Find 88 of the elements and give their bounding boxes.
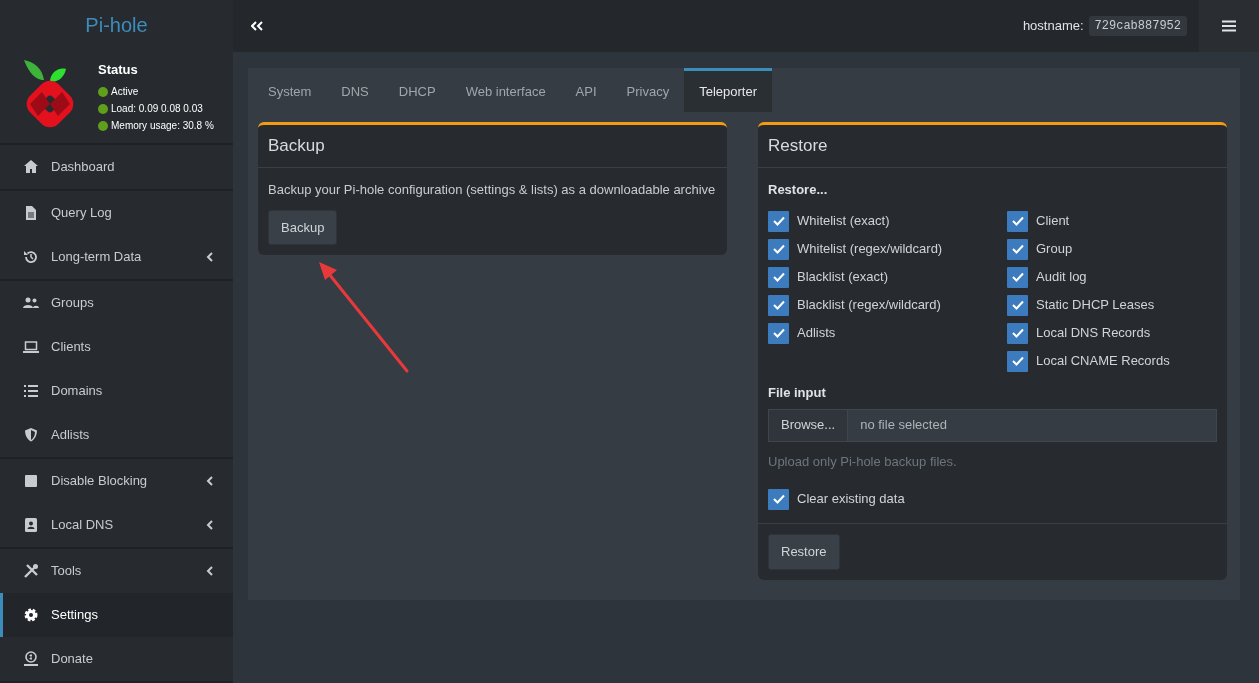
settings-tab[interactable]: System	[253, 68, 327, 112]
square-icon	[23, 473, 39, 489]
sidebar-item[interactable]: Tools	[0, 549, 233, 593]
sidebar-item[interactable]: Clients	[0, 325, 233, 369]
hostname-value: 729cab887952	[1088, 16, 1187, 36]
sidebar-item[interactable]: Settings	[0, 593, 233, 637]
sidebar-item[interactable]: Domains	[0, 369, 233, 413]
checkbox[interactable]	[768, 210, 789, 232]
check-icon	[772, 328, 785, 338]
laptop-icon	[23, 339, 39, 355]
app-title: Pi-hole	[84, 13, 149, 39]
sidebar-item[interactable]: Groups	[0, 281, 233, 325]
file-name-text: no file selected	[859, 416, 948, 435]
check-icon	[772, 272, 785, 282]
shield-icon	[23, 427, 39, 443]
check-icon	[772, 494, 785, 504]
checkbox-label: Static DHCP Leases	[1036, 296, 1155, 315]
menu-button[interactable]	[1199, 0, 1259, 52]
check-icon	[1011, 244, 1024, 254]
card-title: Restore	[758, 125, 1227, 168]
collapse-icon[interactable]	[251, 21, 263, 31]
checkbox-label: Audit log	[1036, 268, 1087, 287]
history-icon	[23, 249, 39, 265]
sidebar-item[interactable]: Adlists	[0, 413, 233, 457]
backup-button[interactable]: Backup	[268, 209, 338, 245]
checkbox[interactable]	[768, 266, 789, 288]
status-text: Active	[111, 85, 139, 100]
help-text: Upload only Pi-hole backup files.	[768, 452, 958, 471]
checkbox-label: Adlists	[797, 324, 836, 343]
sidebar-item[interactable]: Dashboard	[0, 145, 233, 189]
checkbox-label: Clear existing data	[797, 490, 905, 509]
settings-tab[interactable]: Privacy	[611, 68, 685, 112]
checkbox[interactable]	[768, 238, 789, 260]
checkbox[interactable]	[1007, 322, 1028, 344]
checkbox[interactable]	[1007, 294, 1028, 316]
status-text: Memory usage: 30.8 %	[111, 119, 214, 134]
checkbox[interactable]	[1007, 266, 1028, 288]
check-icon	[772, 300, 785, 310]
settings-tab[interactable]: Teleporter	[684, 68, 772, 112]
sidebar-item[interactable]: Long-term Data	[0, 235, 233, 279]
checkbox-label: Whitelist (regex/wildcard)	[797, 240, 943, 259]
settings-tab[interactable]: Web interface	[450, 68, 561, 112]
check-icon	[1011, 216, 1024, 226]
status-title: Status	[98, 60, 139, 79]
checkbox[interactable]	[768, 488, 789, 510]
checkbox[interactable]	[1007, 350, 1028, 372]
check-icon	[1011, 356, 1024, 366]
check-icon	[1011, 328, 1024, 338]
checkbox[interactable]	[1007, 210, 1028, 232]
donate-icon	[23, 651, 39, 667]
checkbox[interactable]	[768, 322, 789, 344]
settings-tab[interactable]: DNS	[326, 68, 384, 112]
checkbox-label: Local DNS Records	[1036, 324, 1151, 343]
file-input[interactable]: Browse... no file selected	[768, 408, 1217, 442]
home-icon	[23, 159, 39, 175]
menu-icon	[1222, 20, 1236, 32]
checkbox-label: Client	[1036, 212, 1070, 231]
checkbox-label: Local CNAME Records	[1036, 352, 1170, 371]
gear-icon	[23, 607, 39, 623]
hostname-label: hostname:	[1022, 17, 1084, 36]
checkbox[interactable]	[1007, 238, 1028, 260]
check-icon	[772, 216, 785, 226]
check-icon	[1011, 300, 1024, 310]
checkbox-label: Blacklist (exact)	[797, 268, 889, 287]
card-title: Backup	[258, 125, 727, 168]
sidebar-item[interactable]: Local DNS	[0, 503, 233, 547]
checkbox-label: Blacklist (regex/wildcard)	[797, 296, 941, 315]
checkbox-label: Group	[1036, 240, 1073, 259]
restore-button[interactable]: Restore	[768, 534, 840, 570]
settings-tab[interactable]: DHCP	[383, 68, 451, 112]
browse-button[interactable]: Browse...	[769, 409, 849, 441]
checkbox-label: Whitelist (exact)	[797, 212, 890, 231]
settings-tab[interactable]: API	[560, 68, 612, 112]
checkbox[interactable]	[768, 294, 789, 316]
check-icon	[772, 244, 785, 254]
file-icon	[23, 205, 39, 221]
check-icon	[1011, 272, 1024, 282]
users-icon	[23, 295, 39, 311]
tools-icon	[23, 563, 39, 579]
status-text: Load: 0.09 0.08 0.03	[111, 102, 203, 117]
description-text: Backup your Pi-hole configuration (settings & lists) as a downloadable archive	[268, 180, 717, 199]
sidebar-item[interactable]: Donate	[0, 637, 233, 681]
contact-icon	[23, 517, 39, 533]
sidebar-item[interactable]: Query Log	[0, 191, 233, 235]
section-heading: Restore...	[768, 180, 829, 199]
list-icon	[23, 383, 39, 399]
sidebar-item[interactable]: Disable Blocking	[0, 459, 233, 503]
field-label: File input	[768, 384, 827, 402]
